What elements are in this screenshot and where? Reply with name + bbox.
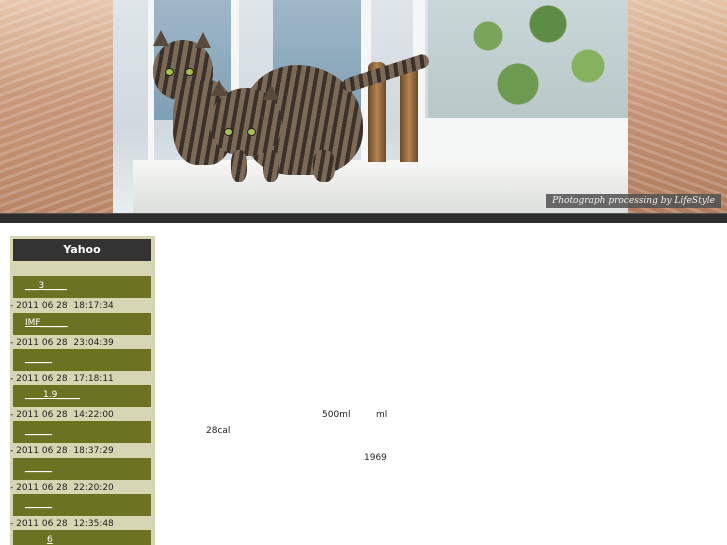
kitten-ear (195, 32, 211, 48)
entry-title-bar: ______ (13, 421, 151, 443)
entry-link[interactable]: ____1.9_____ (25, 390, 80, 400)
entry-link[interactable]: ___3_____ (25, 281, 67, 291)
entry-link[interactable]: 6 (47, 535, 53, 545)
kitten-leg (313, 150, 335, 182)
entry-title-bar: ______ (13, 494, 151, 516)
entry-title-bar: 6 (13, 530, 151, 545)
entry-date: - 2011 06 28 23:04:39 (10, 338, 114, 348)
photo-credit: Photograph processing by LifeStyle (546, 194, 721, 208)
kitten-ear (263, 84, 279, 100)
entry-link[interactable]: ______ (25, 426, 52, 436)
volume-text: 500ml (322, 410, 351, 420)
fabric-left-decoration (0, 0, 113, 213)
banner-divider (0, 213, 727, 223)
kitten-eye (247, 128, 256, 136)
wooden-post (400, 62, 418, 162)
entry-title-bar: ___3_____ (13, 276, 151, 298)
kitten-ear (153, 30, 169, 46)
fabric-right-decoration (628, 0, 727, 213)
entry-title-bar: IMF______ (13, 313, 151, 335)
kitten-leg (263, 150, 279, 182)
sidebar-header: Yahoo (13, 239, 151, 261)
header-banner: Photograph processing by LifeStyle (0, 0, 727, 213)
kittens-photo (113, 0, 628, 213)
entry-date: - 2011 06 28 14:22:00 (10, 410, 114, 420)
entry-link[interactable]: IMF______ (25, 318, 68, 328)
entry-title-bar: ____1.9_____ (13, 385, 151, 407)
kitten-eye (224, 128, 233, 136)
kitten-eye (185, 68, 194, 76)
entry-date: - 2011 06 28 17:18:11 (10, 374, 114, 384)
entry-date: - 2011 06 28 22:20:20 (10, 483, 114, 493)
sidebar: Yahoo ___3_____ - 2011 06 28 18:17:34 IM… (10, 236, 155, 545)
entry-date: - 2011 06 28 18:17:34 (10, 301, 114, 311)
entry-link[interactable]: ______ (25, 499, 52, 509)
kitten-leg (231, 150, 247, 182)
kitten-eye (165, 68, 174, 76)
kitten-ear (211, 80, 227, 96)
calories-text: 28cal (206, 426, 231, 436)
entry-link[interactable]: ______ (25, 354, 52, 364)
entry-title-bar: ______ (13, 458, 151, 480)
window-ledge (423, 118, 628, 163)
entry-date: - 2011 06 28 18:37:29 (10, 446, 114, 456)
entry-date: - 2011 06 28 12:35:48 (10, 519, 114, 529)
plant-background (428, 0, 628, 120)
window-frame (148, 0, 154, 165)
unit-text: ml (376, 410, 388, 420)
entry-link[interactable]: ______ (25, 463, 52, 473)
entry-title-bar: ______ (13, 349, 151, 371)
year-text: 1969 (364, 453, 387, 463)
